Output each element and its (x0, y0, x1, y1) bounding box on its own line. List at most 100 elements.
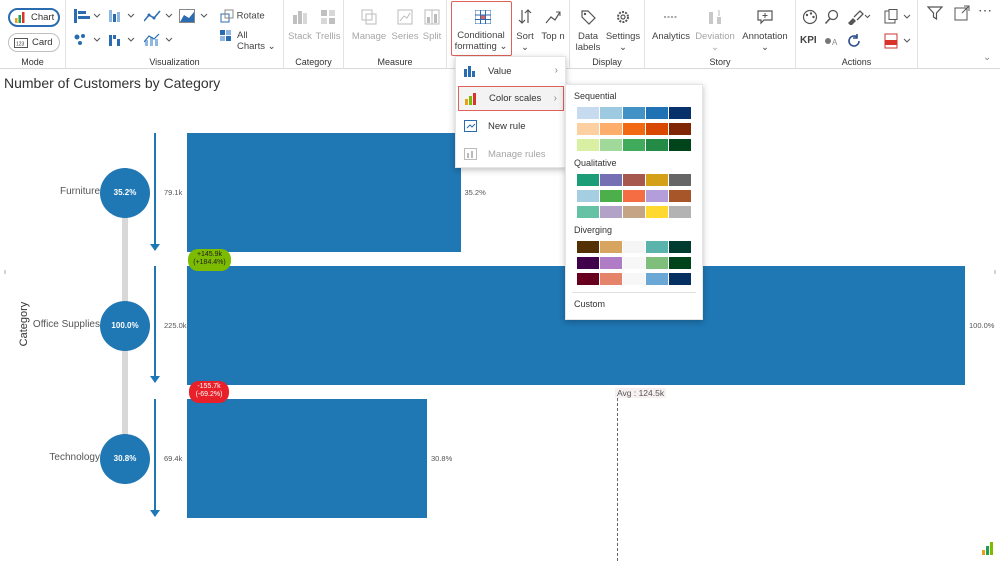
color-swatch (600, 107, 623, 119)
color-swatch (600, 241, 623, 253)
color-swatch (669, 257, 692, 269)
chart-logo-icon (982, 542, 993, 555)
category-percent-circle: 100.0% (100, 300, 150, 351)
category-label: Technology (49, 451, 100, 463)
menu-item-new-rule-label: New rule (488, 121, 526, 132)
color-swatch (646, 273, 669, 285)
color-swatch (646, 190, 669, 202)
value-bars-icon (464, 66, 475, 77)
furniture-arrow-head (150, 244, 160, 251)
color-swatch (623, 241, 646, 253)
difference-value: -155.7k (197, 383, 221, 390)
qual-scale-row[interactable] (577, 206, 692, 218)
new-rule-icon (464, 120, 477, 132)
color-swatch (623, 190, 646, 202)
difference-value: +145.9k (196, 251, 223, 258)
div-scale-row[interactable] (577, 273, 692, 285)
color-swatch (623, 273, 646, 285)
difference-percent: (-69.2%) (195, 391, 223, 398)
color-swatch (577, 139, 600, 151)
color-scales-panel: Sequential Qualitative Diverging Custom (565, 84, 703, 320)
color-swatch (646, 174, 669, 186)
color-swatch (600, 257, 623, 269)
color-scales-icon (465, 93, 476, 105)
value-label: 225.0k (164, 320, 187, 330)
color-swatch (669, 273, 692, 285)
difference-badge: -155.7k (-69.2%) (189, 381, 229, 403)
technology-arrow-head (150, 510, 160, 517)
color-swatch (669, 241, 692, 253)
color-swatch (600, 123, 623, 135)
menu-item-value-label: Value (488, 66, 512, 77)
average-label: Avg : 124.5k (615, 388, 667, 398)
qualitative-heading: Qualitative (574, 158, 617, 168)
menu-item-manage-rules-label: Manage rules (488, 149, 546, 160)
color-swatch (646, 107, 669, 119)
color-swatch (577, 174, 600, 186)
color-swatch (669, 174, 692, 186)
bar-furniture[interactable] (187, 133, 461, 252)
average-line (617, 398, 618, 561)
office-supplies-arrow-head (150, 376, 160, 383)
category-percent-circle: 30.8% (100, 433, 150, 484)
color-swatch (623, 123, 646, 135)
color-swatch (577, 206, 600, 218)
seq-scale-row[interactable] (577, 139, 692, 151)
qual-scale-row[interactable] (577, 174, 692, 186)
value-label: 79.1k (164, 187, 183, 197)
color-swatch (669, 139, 692, 151)
category-label: Office Supplies (32, 318, 100, 330)
value-label: 69.4k (164, 453, 183, 463)
color-swatch (623, 107, 646, 119)
color-swatch (577, 107, 600, 119)
color-swatch (646, 123, 669, 135)
chevron-right-icon: › (554, 65, 558, 76)
percent-data-label: 100.0% (969, 320, 995, 330)
menu-item-manage-rules[interactable]: Manage rules (458, 142, 564, 167)
diverging-heading: Diverging (574, 225, 613, 235)
percent-data-label: 35.2% (464, 187, 486, 197)
manage-rules-icon (464, 148, 477, 160)
color-swatch (600, 190, 623, 202)
color-swatch (577, 241, 600, 253)
conditional-formatting-menu: Value › Color scales › New rule Manage r… (455, 56, 566, 168)
color-swatch (577, 257, 600, 269)
color-swatch (646, 206, 669, 218)
menu-item-color-scales[interactable]: Color scales › (458, 86, 564, 111)
sequential-heading: Sequential (574, 91, 617, 101)
color-swatch (669, 190, 692, 202)
category-percent-circle: 35.2% (100, 167, 150, 218)
color-swatch (623, 206, 646, 218)
menu-item-new-rule[interactable]: New rule (458, 114, 564, 139)
menu-item-value[interactable]: Value › (458, 59, 564, 84)
bar-technology[interactable] (187, 399, 427, 518)
color-swatch (646, 257, 669, 269)
color-swatch (623, 139, 646, 151)
difference-percent: (+184.4%) (193, 259, 226, 266)
category-label: Furniture (59, 185, 100, 197)
menu-item-color-scales-label: Color scales (489, 93, 542, 104)
custom-divider (572, 292, 696, 293)
custom-scale-option[interactable]: Custom (574, 299, 605, 309)
color-swatch (646, 241, 669, 253)
color-swatch (600, 206, 623, 218)
seq-scale-row[interactable] (577, 123, 692, 135)
color-swatch (600, 139, 623, 151)
seq-scale-row[interactable] (577, 107, 692, 119)
div-scale-row[interactable] (577, 241, 692, 253)
color-swatch (669, 206, 692, 218)
color-swatch (600, 273, 623, 285)
color-swatch (577, 273, 600, 285)
chevron-right-icon: › (553, 93, 557, 104)
color-swatch (669, 123, 692, 135)
color-swatch (646, 139, 669, 151)
color-swatch (577, 123, 600, 135)
div-scale-row[interactable] (577, 257, 692, 269)
color-swatch (623, 174, 646, 186)
color-swatch (600, 174, 623, 186)
qual-scale-row[interactable] (577, 190, 692, 202)
difference-badge: +145.9k (+184.4%) (188, 249, 231, 271)
percent-data-label: 30.8% (430, 453, 453, 463)
color-swatch (623, 257, 646, 269)
color-swatch (577, 190, 600, 202)
